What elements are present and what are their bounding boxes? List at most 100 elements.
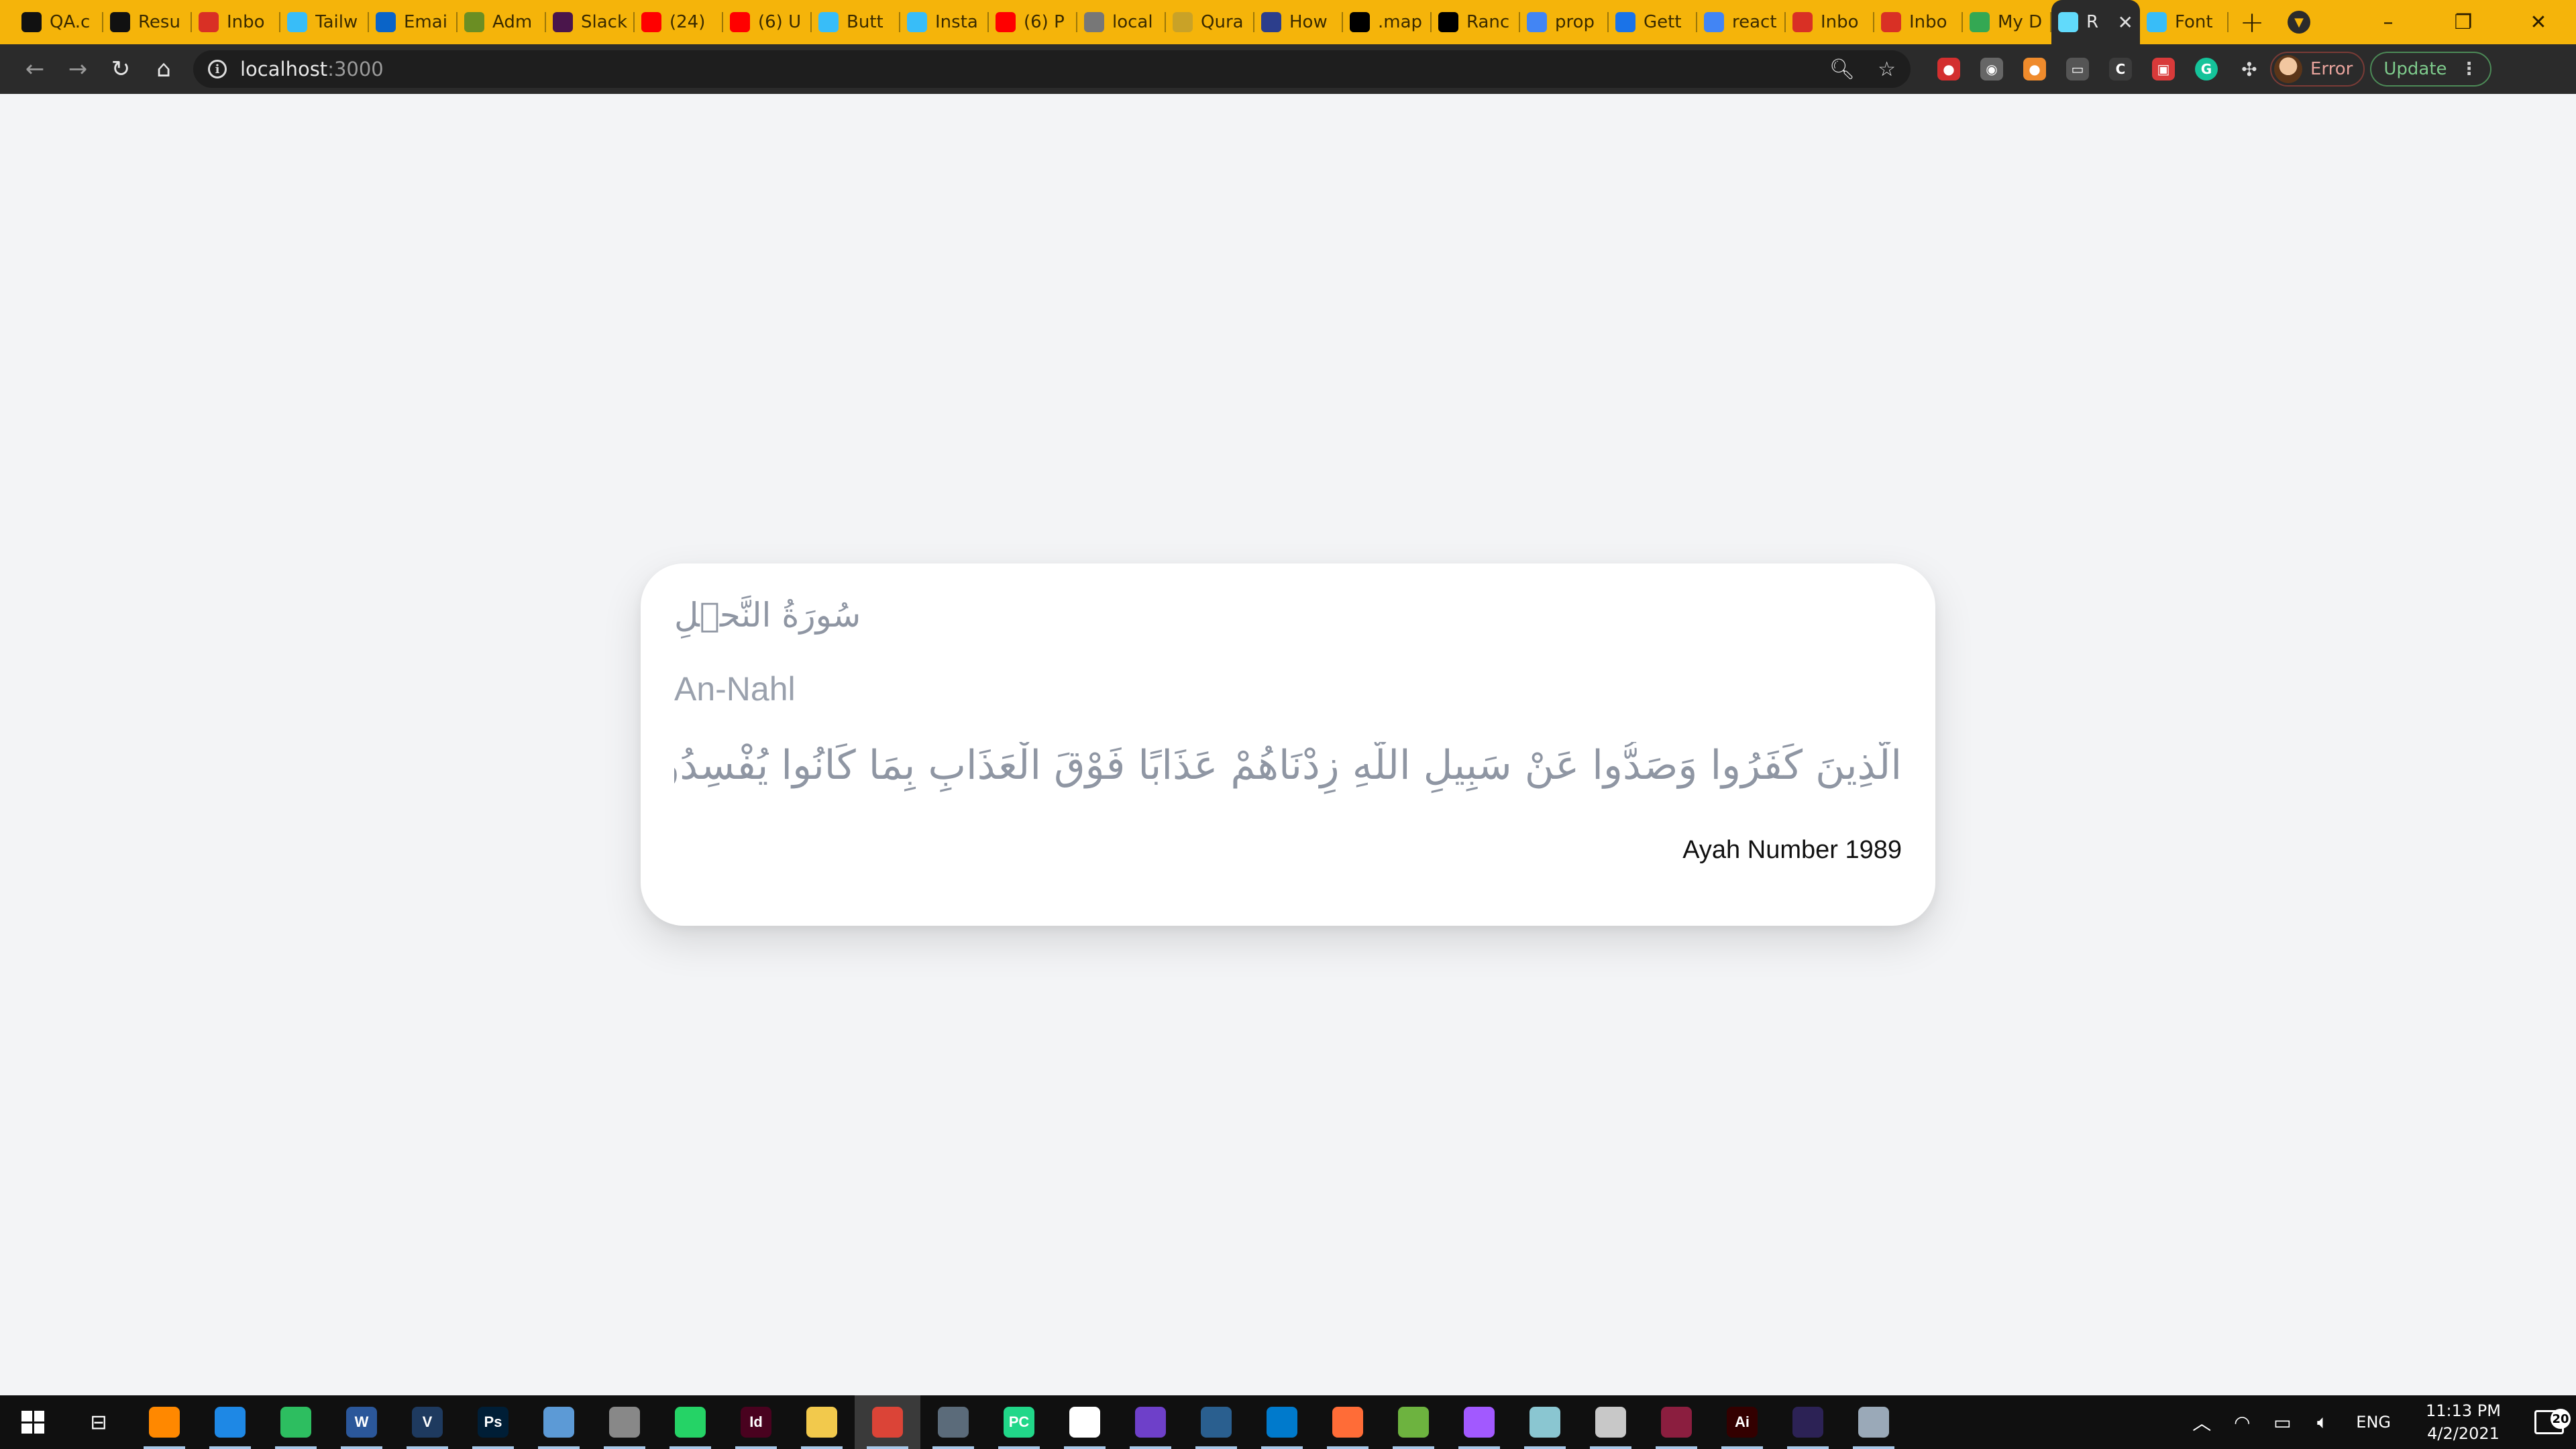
taskbar-app-3[interactable]: W [329,1395,394,1449]
windows-logo-icon [21,1411,44,1434]
taskbar-app-25[interactable] [1775,1395,1841,1449]
tab-15[interactable]: .map [1343,0,1432,44]
tab-9[interactable]: Butt [812,0,900,44]
grammarly-icon[interactable]: G [2195,58,2218,80]
extension-orange-icon[interactable]: ● [2023,58,2046,80]
taskbar-app-22[interactable] [1578,1395,1644,1449]
taskbar-app-16[interactable] [1183,1395,1249,1449]
tab-11[interactable]: (6) P [989,0,1077,44]
tab-18[interactable]: Gett [1609,0,1697,44]
tab-title: How [1289,12,1328,32]
tab-12[interactable]: local [1077,0,1166,44]
taskbar-app-12[interactable] [920,1395,986,1449]
youtube-icon [641,12,661,32]
taskbar-app-20[interactable] [1446,1395,1512,1449]
taskbar-app-2[interactable] [263,1395,329,1449]
close-window-icon[interactable]: ✕ [2501,0,2576,44]
extension-red-icon[interactable]: ▣ [2152,58,2175,80]
tab-4[interactable]: Emai [369,0,458,44]
taskbar-app-1[interactable] [197,1395,263,1449]
taskbar-app-10[interactable] [789,1395,855,1449]
taskbar-app-18[interactable] [1315,1395,1381,1449]
tab-17[interactable]: prop [1520,0,1609,44]
taskbar-app-9[interactable]: Id [723,1395,789,1449]
tab-title: local [1112,12,1153,32]
tab-7[interactable]: (24) [635,0,723,44]
taskbar-app-26[interactable] [1841,1395,1907,1449]
browser-toolbar: ← → ↻ ⌂ i localhost:3000 🔍︎ ☆ ● ◉ ● ▭ C … [0,44,2576,94]
url-host: localhost [240,58,328,80]
minimize-icon[interactable]: – [2351,0,2426,44]
pycharm-icon: PC [1004,1407,1034,1438]
zoom-icon[interactable]: 🔍︎ [1829,58,1855,81]
taskbar-app-24[interactable]: Ai [1709,1395,1775,1449]
bookmark-star-icon[interactable]: ☆ [1878,58,1896,81]
start-button[interactable] [0,1395,66,1449]
taskbar-app-4[interactable]: V [394,1395,460,1449]
restore-icon[interactable]: ❐ [2426,0,2501,44]
profile-button[interactable]: Error [2270,52,2365,87]
menu-dots-icon[interactable]: ⋮ [2461,59,2478,79]
volume-icon[interactable]: 🔈︎ [2302,1411,2343,1434]
update-label: Update [2383,59,2447,79]
notification-center-button[interactable]: 20 [2522,1409,2576,1434]
tab-8[interactable]: (6) U [723,0,812,44]
tab-24[interactable]: Font [2140,0,2229,44]
tab-1[interactable]: Resu [103,0,192,44]
show-hidden-icons-icon[interactable]: ︿ [2182,1409,2222,1436]
tab-13[interactable]: Qura [1166,0,1254,44]
clock[interactable]: 11:13 PM 4/2/2021 [2404,1399,2522,1445]
tab-16[interactable]: Ranc [1432,0,1520,44]
taskbar-app-11[interactable] [855,1395,920,1449]
adblock-extension-icon[interactable]: ● [1937,58,1960,80]
taskbar-app-19[interactable] [1381,1395,1446,1449]
avatar [2274,55,2302,83]
taskbar-app-0[interactable] [131,1395,197,1449]
wifi-icon[interactable]: ◠ [2222,1411,2262,1434]
taskbar-app-15[interactable] [1118,1395,1183,1449]
update-button[interactable]: Update ⋮ [2370,52,2491,87]
tab-search-icon[interactable]: ▼ [2288,11,2310,34]
tab-20[interactable]: Inbo [1786,0,1874,44]
tab-10[interactable]: Insta [900,0,989,44]
tab-19[interactable]: react [1697,0,1786,44]
taskbar-app-8[interactable] [657,1395,723,1449]
tab-title: Slack [581,12,628,32]
tab-6[interactable]: Slack [546,0,635,44]
tab-5[interactable]: Adm [458,0,546,44]
address-bar[interactable]: i localhost:3000 🔍︎ ☆ [193,50,1911,88]
taskbar-app-6[interactable] [526,1395,592,1449]
system-tray: ︿ ◠ ▭ 🔈︎ ENG 11:13 PM 4/2/2021 20 [2182,1395,2576,1449]
home-icon[interactable]: ⌂ [144,49,184,89]
battery-icon[interactable]: ▭ [2262,1411,2302,1434]
tab-22[interactable]: My D [1963,0,2051,44]
reload-icon[interactable]: ↻ [101,49,141,89]
tab-3[interactable]: Tailw [280,0,369,44]
taskbar-app-13[interactable]: PC [986,1395,1052,1449]
address-url[interactable]: localhost:3000 [240,58,384,80]
back-icon[interactable]: ← [15,49,55,89]
taskbar-app-23[interactable] [1644,1395,1709,1449]
forward-icon[interactable]: → [58,49,98,89]
taskbar-app-17[interactable] [1249,1395,1315,1449]
tab-23[interactable]: R ✕ [2051,0,2140,44]
extensions-puzzle-icon[interactable]: ✣ [2238,58,2261,80]
word-icon: W [346,1407,377,1438]
tab-2[interactable]: Inbo [192,0,280,44]
taskbar-app-14[interactable] [1052,1395,1118,1449]
tab-14[interactable]: How [1254,0,1343,44]
site-info-icon[interactable]: i [208,60,227,78]
extension-gray-icon[interactable]: ▭ [2066,58,2089,80]
taskbar-app-21[interactable] [1512,1395,1578,1449]
extension-c-icon[interactable]: C [2109,58,2132,80]
task-view-icon[interactable]: ⊟ [66,1395,131,1449]
language-indicator[interactable]: ENG [2343,1413,2404,1432]
new-tab-button[interactable]: + [2229,0,2275,44]
screenshot-extension-icon[interactable]: ◉ [1980,58,2003,80]
taskbar-app-7[interactable] [592,1395,657,1449]
taskbar-app-5[interactable]: Ps [460,1395,526,1449]
tab-21[interactable]: Inbo [1874,0,1963,44]
close-tab-icon[interactable]: ✕ [2118,11,2133,34]
github-icon [1135,1407,1166,1438]
tab-0[interactable]: QA.c [15,0,103,44]
